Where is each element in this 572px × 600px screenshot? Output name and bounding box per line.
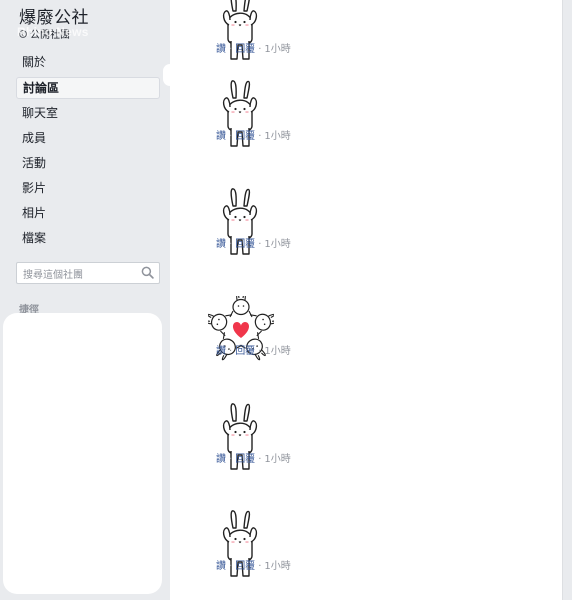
reply-link[interactable]: 回覆 xyxy=(235,454,255,465)
bunny-sticker-icon xyxy=(218,80,262,154)
separator: · xyxy=(258,454,262,465)
bunny-sticker-icon xyxy=(218,403,262,477)
comment-time[interactable]: 1小時 xyxy=(264,239,290,250)
comment-time[interactable]: 1小時 xyxy=(264,561,290,572)
reply-link[interactable]: 回覆 xyxy=(235,131,255,142)
comment-actions: 讚 · 回覆 · 1小時 xyxy=(216,342,291,357)
reply-link[interactable]: 回覆 xyxy=(235,239,255,250)
like-link[interactable]: 讚 xyxy=(216,131,226,142)
nav-item-discussion[interactable]: 討論區 xyxy=(16,77,160,99)
blank-overlay-panel xyxy=(3,313,162,594)
right-gutter xyxy=(562,0,572,600)
comments-feed: 讚 · 回覆 · 1小時讚 · 回覆 · 1小時讚 · 回覆 · 1小時讚 · 回覆 · 1小時讚 · 回覆 · 1小時… xyxy=(170,0,562,600)
nav-item-events[interactable]: 活動 xyxy=(16,152,160,174)
comment-actions: 讚 · 回覆 · 1小時 xyxy=(216,450,291,465)
separator: · xyxy=(229,131,233,142)
nav-item-about[interactable]: 關於 xyxy=(16,51,160,73)
nav-item-members[interactable]: 成員 xyxy=(16,127,160,149)
like-link[interactable]: 讚 xyxy=(216,346,226,357)
bunny-sticker-icon xyxy=(218,188,262,262)
feed-edge-notch xyxy=(163,64,177,86)
like-link[interactable]: 讚 xyxy=(216,561,226,572)
comment-actions: 讚 · 回覆 · 1小時 xyxy=(216,235,291,250)
comment-time[interactable]: 1小時 xyxy=(264,131,290,142)
comment-actions: 讚 · 回覆 · 1小時 xyxy=(216,127,291,142)
group-search-input[interactable] xyxy=(17,265,141,286)
watermark: Rhino News xyxy=(17,25,89,39)
separator: · xyxy=(258,131,262,142)
nav-item-photos[interactable]: 相片 xyxy=(16,202,160,224)
comment-actions: 讚 · 回覆 · 1小時 xyxy=(216,40,291,55)
bunny-sticker-icon xyxy=(218,510,262,584)
search-icon[interactable] xyxy=(141,266,154,279)
separator: · xyxy=(229,346,233,357)
comment-time[interactable]: 1小時 xyxy=(264,44,290,55)
comment-time[interactable]: 1小時 xyxy=(264,454,290,465)
separator: · xyxy=(229,454,233,465)
bunny-sticker-icon xyxy=(218,0,262,67)
reply-link[interactable]: 回覆 xyxy=(235,346,255,357)
separator: · xyxy=(229,561,233,572)
like-link[interactable]: 讚 xyxy=(216,454,226,465)
separator: · xyxy=(229,239,233,250)
reply-link[interactable]: 回覆 xyxy=(235,44,255,55)
group-sidebar: 爆廢公社 公開社團 Rhino News 關於 討論區 聊天室 成員 活動 影片… xyxy=(0,0,170,600)
nav-item-chat[interactable]: 聊天室 xyxy=(16,102,160,124)
comment-actions: 讚 · 回覆 · 1小時 xyxy=(216,557,291,572)
like-link[interactable]: 讚 xyxy=(216,239,226,250)
comment-time[interactable]: 1小時 xyxy=(264,346,290,357)
separator: · xyxy=(258,44,262,55)
separator: · xyxy=(258,346,262,357)
nav-item-files[interactable]: 檔案 xyxy=(16,227,160,249)
separator: · xyxy=(258,561,262,572)
like-link[interactable]: 讚 xyxy=(216,44,226,55)
separator: · xyxy=(229,44,233,55)
group-search-box xyxy=(16,262,160,286)
reply-link[interactable]: 回覆 xyxy=(235,561,255,572)
separator: · xyxy=(258,239,262,250)
nav-item-videos[interactable]: 影片 xyxy=(16,177,160,199)
